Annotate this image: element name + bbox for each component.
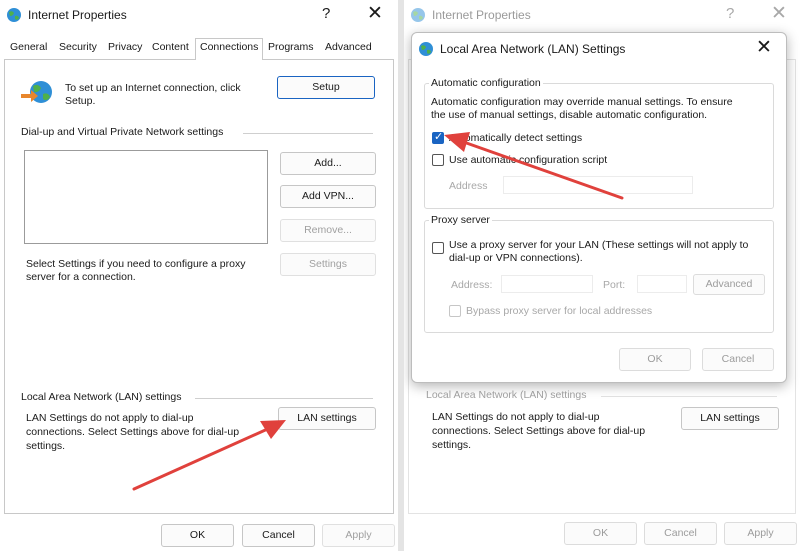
group-divider [195,398,373,399]
help-button[interactable]: ? [726,5,734,22]
network-setup-icon [21,81,52,103]
proxy-port-input[interactable] [637,275,687,293]
auto-config-description-2: the use of manual settings, disable auto… [431,109,708,121]
tab-connections[interactable]: Connections [195,38,264,60]
window-title: Internet Properties [28,8,127,22]
tab-bar: General Security Privacy Content Connect… [4,38,398,60]
auto-detect-label: Automatically detect settings [449,132,583,144]
tab-security[interactable]: Security [59,41,97,53]
use-proxy-checkbox[interactable] [432,242,444,254]
lan-settings-button[interactable]: LAN settings [278,407,376,430]
proxy-server-label: Proxy server [429,214,492,226]
automatic-configuration-label: Automatic configuration [429,77,543,89]
tab-programs[interactable]: Programs [268,41,314,53]
lan-settings-dialog: Local Area Network (LAN) Settings ✕ Auto… [411,32,787,383]
tab-general[interactable]: General [10,41,47,53]
lan-group-label: Local Area Network (LAN) settings [21,391,182,403]
use-script-checkbox[interactable] [432,154,444,166]
proxy-address-label: Address: [451,279,493,291]
settings-description: Select Settings if you need to configure… [26,258,246,270]
lan-description: LAN Settings do not apply to dial-up [432,411,600,423]
tab-content[interactable]: Content [152,41,189,53]
settings-description-2: server for a connection. [26,271,136,283]
setup-description: To set up an Internet connection, click [65,82,241,94]
dialog-cancel-button[interactable]: Cancel [702,348,774,371]
ok-button[interactable]: OK [161,524,234,547]
globe-icon [419,42,433,56]
use-proxy-label: Use a proxy server for your LAN (These s… [449,239,749,251]
connections-listbox[interactable] [24,150,268,244]
tab-advanced[interactable]: Advanced [325,41,372,53]
bypass-proxy-label: Bypass proxy server for local addresses [466,305,653,317]
apply-button[interactable]: Apply [322,524,395,547]
automatic-configuration-group: Automatic configuration Automatic config… [424,77,774,209]
lan-description-3: settings. [26,440,66,452]
advanced-button[interactable]: Advanced [693,274,765,295]
connections-tab-pane: To set up an Internet connection, click … [4,59,394,514]
lan-description-3: settings. [432,439,472,451]
group-divider [243,133,373,134]
script-address-label: Address [449,180,488,192]
apply-button[interactable]: Apply [724,522,797,545]
lan-settings-button[interactable]: LAN settings [681,407,779,430]
lan-description-2: connections. Select Settings above for d… [432,425,646,437]
globe-icon [7,8,21,22]
tab-privacy[interactable]: Privacy [108,41,142,53]
lan-description: LAN Settings do not apply to dial-up [26,412,194,424]
group-divider [601,396,777,397]
setup-button[interactable]: Setup [277,76,375,99]
checkmark-icon: ✓ [434,131,444,143]
add-vpn-button[interactable]: Add VPN... [280,185,376,208]
setup-description-2: Setup. [65,95,96,107]
dialog-close-icon[interactable]: ✕ [756,36,772,59]
add-button[interactable]: Add... [280,152,376,175]
window-title: Internet Properties [432,8,531,22]
title-bar: Internet Properties ? ✕ [0,0,398,30]
lan-description-2: connections. Select Settings above for d… [26,426,240,438]
internet-properties-window: Internet Properties ? ✕ General Security… [0,0,398,551]
auto-config-description: Automatic configuration may override man… [431,96,733,108]
remove-button[interactable]: Remove... [280,219,376,242]
close-icon[interactable]: ✕ [367,2,383,25]
cancel-button[interactable]: Cancel [242,524,315,547]
script-address-input[interactable] [503,176,693,194]
use-proxy-label-2: dial-up or VPN connections). [449,252,583,264]
ok-button[interactable]: OK [564,522,637,545]
proxy-address-input[interactable] [501,275,593,293]
settings-button[interactable]: Settings [280,253,376,276]
close-icon[interactable]: ✕ [771,2,787,25]
cancel-button[interactable]: Cancel [644,522,717,545]
dialog-ok-button[interactable]: OK [619,348,691,371]
globe-icon [411,8,425,22]
help-button[interactable]: ? [322,5,330,22]
lan-group-label: Local Area Network (LAN) settings [426,389,587,401]
internet-properties-window-background: Internet Properties ? ✕ Local Area Netwo… [404,0,800,551]
proxy-port-label: Port: [603,279,626,291]
auto-detect-checkbox[interactable]: ✓ [432,131,444,144]
dialog-title: Local Area Network (LAN) Settings [440,42,626,56]
bypass-proxy-checkbox[interactable] [449,305,461,317]
dialup-group-label: Dial-up and Virtual Private Network sett… [21,126,224,138]
use-script-label: Use automatic configuration script [449,154,608,166]
title-bar: Internet Properties ? ✕ [404,0,800,30]
proxy-server-group: Proxy server Use a proxy server for your… [424,214,774,333]
